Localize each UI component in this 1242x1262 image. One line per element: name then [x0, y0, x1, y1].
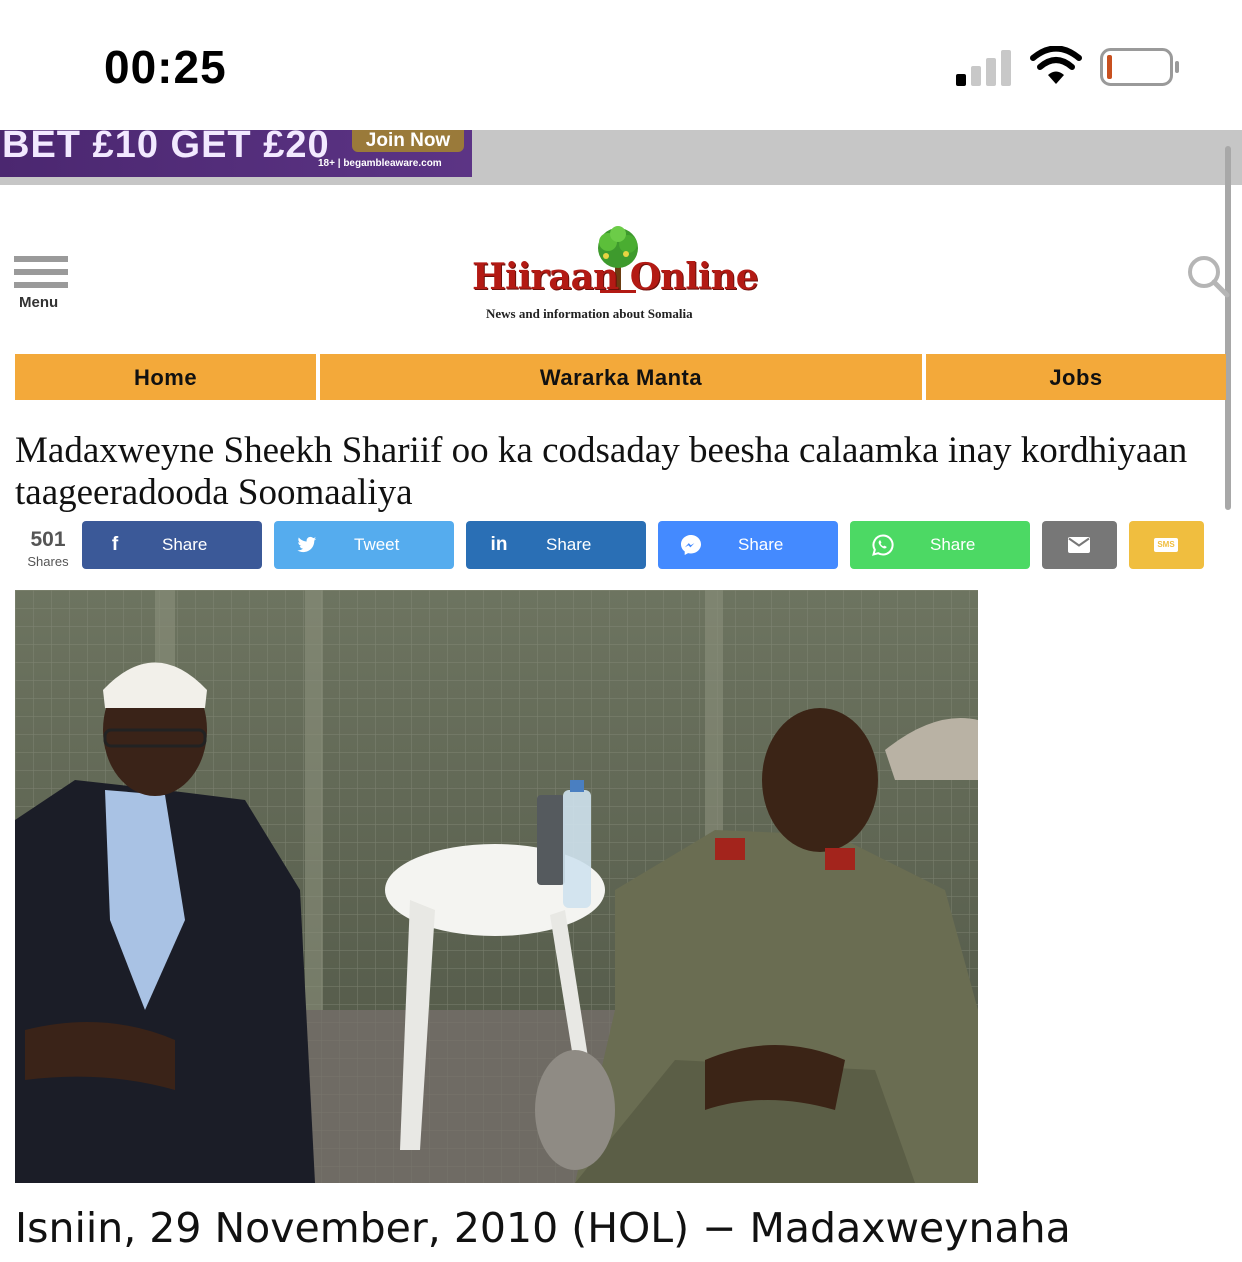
nav-home[interactable]: Home [15, 354, 316, 400]
twitter-icon [278, 521, 336, 569]
status-bar: 00:25 [0, 0, 1242, 130]
messenger-icon [662, 521, 720, 569]
messenger-share-label: Share [738, 535, 784, 554]
site-logo[interactable]: Hiiraan Online News and information abou… [470, 226, 774, 324]
nav-jobs[interactable]: Jobs [926, 354, 1226, 400]
article-title: Madaxweyne Sheekh Shariif oo ka codsaday… [15, 430, 1188, 513]
messenger-share-button[interactable]: Share [658, 521, 838, 569]
envelope-icon [1050, 521, 1108, 569]
article-image [15, 590, 978, 1183]
twitter-share-button[interactable]: Tweet [274, 521, 454, 569]
search-icon[interactable] [1186, 254, 1230, 298]
facebook-icon: f [111, 534, 119, 555]
linkedin-share-button[interactable]: in Share [466, 521, 646, 569]
status-time: 00:25 [104, 41, 227, 93]
whatsapp-icon [854, 521, 912, 569]
wifi-icon [1030, 46, 1082, 84]
linkedin-icon: in [490, 534, 508, 555]
whatsapp-share-button[interactable]: Share [850, 521, 1030, 569]
email-share-button[interactable] [1042, 521, 1117, 569]
ad-fineprint: 18+ | begambleaware.com [318, 158, 442, 169]
hamburger-icon [14, 256, 68, 262]
facebook-share-button[interactable]: f Share [82, 521, 262, 569]
menu-label: Menu [19, 294, 59, 311]
main-nav: Home Wararka Manta Jobs [15, 354, 1226, 400]
nav-wararka-manta[interactable]: Wararka Manta [320, 354, 922, 400]
ad-banner[interactable]: BET £10 GET £20 Join Now 18+ | begamblea… [0, 130, 472, 177]
menu-button[interactable]: Menu [14, 256, 70, 314]
share-count-label: Shares [27, 554, 69, 569]
article-lead: Isniin, 29 November, 2010 (HOL) − Madaxw… [15, 1204, 1071, 1252]
sms-share-button[interactable]: SMS [1129, 521, 1204, 569]
share-count-number: 501 [30, 528, 66, 551]
ad-headline: BET £10 GET £20 [2, 130, 330, 166]
ad-join-button[interactable]: Join Now [352, 130, 464, 152]
cellular-signal-icon [956, 50, 1011, 86]
logo-tagline: News and information about Somalia [486, 306, 693, 321]
facebook-share-label: Share [162, 535, 208, 554]
share-count: 501 Shares [20, 528, 76, 569]
twitter-share-label: Tweet [354, 535, 400, 554]
sms-icon: SMS [1137, 521, 1195, 569]
scrollbar[interactable] [1225, 146, 1231, 510]
whatsapp-share-label: Share [930, 535, 976, 554]
logo-text: Hiiraan Online [472, 256, 759, 298]
battery-icon [1100, 48, 1179, 86]
article-photo [15, 590, 978, 1183]
linkedin-share-label: Share [546, 535, 592, 554]
